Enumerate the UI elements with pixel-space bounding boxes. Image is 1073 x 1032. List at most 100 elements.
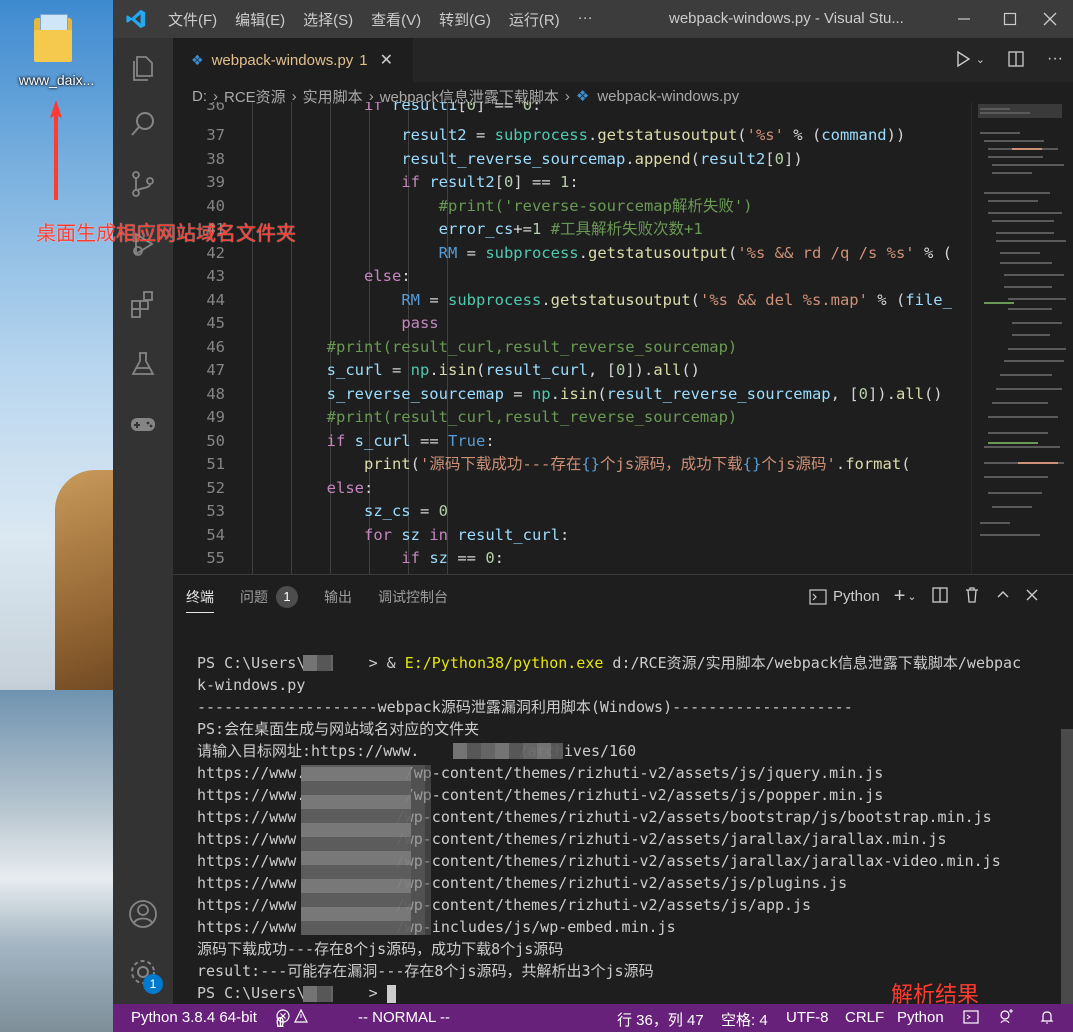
terminal-cursor xyxy=(386,984,396,1003)
explorer-icon[interactable] xyxy=(113,40,173,96)
tab-terminal[interactable]: 终端 xyxy=(173,575,227,619)
desktop-background: www_daix... xyxy=(0,0,113,1032)
menu-run[interactable]: 运行(R) xyxy=(500,9,569,30)
close-tab-icon[interactable]: ✕ xyxy=(380,50,393,70)
split-terminal-icon[interactable] xyxy=(931,586,949,608)
menu-selection[interactable]: 选择(S) xyxy=(294,9,362,30)
tab-filename: webpack-windows.py xyxy=(211,51,354,69)
encoding[interactable]: UTF-8 xyxy=(786,1009,829,1026)
code-line: 44 RM = subprocess.getstatusoutput('%s &… xyxy=(206,290,952,309)
new-terminal-icon[interactable]: + xyxy=(894,585,906,608)
minimize-icon[interactable] xyxy=(941,0,987,38)
terminal-line: --------------------webpack源码泄露漏洞利用脚本(Wi… xyxy=(197,698,853,716)
code-line: 48 s_reverse_sourcemap = np.isin(result_… xyxy=(206,384,943,403)
source-control-icon[interactable] xyxy=(113,156,173,212)
settings-gear-icon[interactable] xyxy=(113,944,173,1000)
terminal-line: k-windows.py xyxy=(197,676,306,694)
terminal-prompt: PS C:\Users\ > xyxy=(197,982,396,1004)
code-line: 50 if s_curl == True: xyxy=(206,431,495,450)
desktop-wallpaper-sea xyxy=(0,690,113,1032)
tab-debug-console[interactable]: 调试控制台 xyxy=(365,575,461,619)
code-line: 45 pass xyxy=(206,314,439,332)
terminal-line: https://www. /wp-content/themes/rizhuti-… xyxy=(197,786,884,804)
code-line: 36 if result1[0] == 0: xyxy=(206,102,542,114)
search-icon[interactable] xyxy=(113,96,173,152)
testing-flask-icon[interactable] xyxy=(113,336,173,392)
end-of-line[interactable]: CRLF xyxy=(845,1009,884,1026)
code-line: 37 result2 = subprocess.getstatusoutput(… xyxy=(206,126,906,144)
redaction-mosaic xyxy=(411,765,431,935)
vim-mode: -- NORMAL -- xyxy=(358,1009,450,1026)
settings-update-badge: 1 xyxy=(143,974,163,994)
code-line: 39 if result2[0] == 1: xyxy=(206,173,579,191)
menu-file[interactable]: 文件(F) xyxy=(159,9,226,30)
menu-view[interactable]: 查看(V) xyxy=(362,9,430,30)
tab-problems[interactable]: 问题 1 xyxy=(227,575,311,619)
indentation[interactable]: 空格: 4 xyxy=(721,1009,768,1030)
terminal-line: https://www. /wp-content/themes/rizhuti-… xyxy=(197,764,884,782)
minimap[interactable] xyxy=(971,102,1073,574)
code-line: 54 for sz in result_curl: xyxy=(206,525,570,544)
terminal-line: https://www /wp-content/themes/rizhuti-v… xyxy=(197,874,848,892)
terminal-shell-selector[interactable]: Python xyxy=(809,588,880,606)
code-line: 40 #print('reverse-sourcemap解析失败') xyxy=(206,196,753,215)
code-editor[interactable]: 36 if result1[0] == 0: 37 result2 = subp… xyxy=(173,102,971,574)
code-line: 49 #print(result_curl,result_reverse_sou… xyxy=(206,408,738,426)
code-line: 52 else: xyxy=(206,478,374,497)
problems-count-badge: 1 xyxy=(276,586,298,608)
tab-output[interactable]: 输出 xyxy=(311,575,365,619)
problems-status[interactable]: 0 1 xyxy=(276,1009,308,1031)
code-line: 43 else: xyxy=(206,267,411,285)
feedback-icon[interactable] xyxy=(999,1009,1015,1029)
terminal-icon xyxy=(809,588,827,605)
code-line: 46 #print(result_curl,result_reverse_sou… xyxy=(206,337,738,356)
more-actions-icon[interactable]: ··· xyxy=(1047,50,1063,73)
terminal-scrollbar[interactable] xyxy=(1061,729,1073,1005)
terminal-line: result:---可能存在漏洞---存在8个js源码，共解析出3个js源码 xyxy=(197,962,654,980)
folder-icon[interactable] xyxy=(34,12,72,62)
terminal-status-icon[interactable] xyxy=(963,1009,979,1029)
terminal-line: 源码下载成功---存在8个js源码，成功下载8个js源码 xyxy=(197,940,564,958)
window-title: webpack-windows.py - Visual Stu... xyxy=(669,10,904,27)
code-line: 38 result_reverse_sourcemap.append(resul… xyxy=(206,149,803,168)
vscode-logo-icon xyxy=(113,0,159,38)
code-line: 53 sz_cs = 0 xyxy=(206,502,448,520)
folder-label[interactable]: www_daix... xyxy=(0,72,113,88)
trash-icon[interactable] xyxy=(963,586,981,608)
vscode-window: 文件(F) 编辑(E) 选择(S) 查看(V) 转到(G) 运行(R) ··· … xyxy=(113,0,1073,1032)
cursor-position[interactable]: 行 36，列 47 xyxy=(617,1009,704,1030)
terminal-line: PS:会在桌面生成与网站域名对应的文件夹 xyxy=(197,720,480,738)
code-line: 47 s_curl = np.isin(result_curl, [0]).al… xyxy=(206,361,701,379)
redaction-mosaic xyxy=(303,655,333,671)
status-bar: Python 3.8.4 64-bit 0 1 -- NORMAL -- 行 3… xyxy=(113,1004,1073,1032)
account-icon[interactable] xyxy=(113,886,173,942)
terminal-line: https://www /wp-content/themes/rizhuti-v… xyxy=(197,896,812,914)
maximize-panel-chevron-up-icon[interactable] xyxy=(995,587,1011,607)
chevron-down-icon[interactable]: ⌄ xyxy=(976,53,985,76)
warning-icon xyxy=(294,1009,308,1023)
run-python-file-icon[interactable] xyxy=(954,50,972,73)
terminal-output[interactable]: PS C:\Users\ > & E:/Python38/python.exe … xyxy=(173,619,1073,1024)
menu-go[interactable]: 转到(G) xyxy=(430,9,500,30)
split-editor-icon[interactable] xyxy=(1007,50,1025,73)
editor-tabs: ❖ webpack-windows.py 1 ✕ ⌄ ··· xyxy=(173,38,1073,82)
python-interpreter[interactable]: Python 3.8.4 64-bit xyxy=(131,1009,257,1026)
python-file-icon: ❖ xyxy=(191,51,204,68)
tab-webpack-windows[interactable]: ❖ webpack-windows.py 1 ✕ xyxy=(173,38,413,82)
title-bar: 文件(F) 编辑(E) 选择(S) 查看(V) 转到(G) 运行(R) ··· … xyxy=(113,0,1073,38)
language-mode[interactable]: Python xyxy=(897,1009,944,1026)
menu-edit[interactable]: 编辑(E) xyxy=(226,9,294,30)
extensions-icon[interactable] xyxy=(113,276,173,332)
notifications-bell-icon[interactable] xyxy=(1039,1009,1055,1029)
menu-bar: 文件(F) 编辑(E) 选择(S) 查看(V) 转到(G) 运行(R) ··· xyxy=(159,9,602,30)
terminal-line: https://www /wp-includes/js/wp-embed.min… xyxy=(197,918,676,936)
menu-more[interactable]: ··· xyxy=(569,9,602,30)
desktop-annotation: 桌面生成相应网站域名文件夹 xyxy=(36,223,296,245)
redaction-mosaic xyxy=(453,743,563,759)
remote-gamepad-icon[interactable] xyxy=(113,396,173,452)
close-window-icon[interactable] xyxy=(1027,0,1073,38)
terminal-line: 请输入目标网址:https://www. /archives/160 xyxy=(197,742,637,760)
redaction-mosaic xyxy=(303,986,333,1002)
chevron-down-icon[interactable]: ⌄ xyxy=(907,590,916,603)
close-panel-icon[interactable] xyxy=(1025,588,1039,606)
